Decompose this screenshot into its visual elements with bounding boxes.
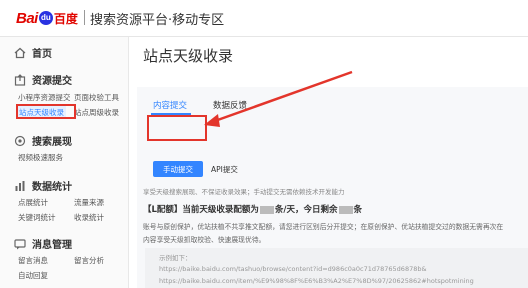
sidebar-item-label: 首页 — [32, 49, 52, 60]
logo-text-baidu: 百度 — [53, 11, 78, 26]
platform-title: 搜索资源平台·移动专区 — [90, 13, 225, 28]
tab-content-submit[interactable]: 内容提交 — [153, 99, 187, 111]
manual-submit-button[interactable]: 手动提交 — [153, 161, 203, 177]
display-icon — [14, 135, 26, 146]
section-title: 搜索展现 — [32, 137, 72, 148]
section-title: 数据统计 — [32, 182, 72, 193]
page-title: 站点天级收录 — [143, 47, 234, 65]
sidebar-section-search-display: 搜索展现 — [14, 133, 72, 148]
message-icon — [14, 238, 26, 249]
sidebar-section-data-stats: 数据统计 — [14, 178, 72, 193]
paw-icon: du — [38, 11, 53, 25]
sidebar: 首页 资源提交 小程序资源提交 页面校验工具 站点天级收录 站点周级收录 搜索展… — [0, 37, 129, 288]
tab-data-feedback[interactable]: 数据反馈 — [213, 99, 247, 111]
section-title: 消息管理 — [32, 240, 72, 251]
quota-middle: 条/天，今日剩余 — [274, 205, 338, 215]
example-url-1: https://baike.baidu.com/tashuo/browse/co… — [159, 265, 427, 273]
sidebar-section-message: 消息管理 — [14, 236, 72, 251]
highlight-box-submit-button — [147, 115, 207, 141]
sidebar-item-video-speed[interactable]: 视频极速服务 — [18, 152, 63, 163]
upload-icon — [14, 73, 26, 86]
quota-line: 【L配额】当前天级收录配额为 条/天，今日剩余 条 — [143, 203, 362, 215]
example-url-2: https://baike.baidu.com/item/%E9%98%8F%E… — [159, 277, 474, 285]
sidebar-item-mini-program-submit[interactable]: 小程序资源提交 — [18, 92, 71, 103]
quota-prefix: 【L配额】当前天级收录配额为 — [143, 205, 259, 215]
top-header: Bai du 百度 搜索资源平台·移动专区 — [0, 0, 528, 37]
sidebar-item-keyword-stats[interactable]: 关键词统计 — [18, 212, 56, 223]
redacted-value — [259, 205, 274, 214]
example-box[interactable]: 示例如下： https://baike.baidu.com/tashuo/bro… — [145, 248, 528, 288]
sidebar-item-messages[interactable]: 留言消息 — [18, 255, 48, 266]
redacted-value — [338, 205, 353, 214]
sidebar-item-click-stats[interactable]: 点展统计 — [18, 197, 48, 208]
info-paragraph-2: 内容享受天级抓取校验、快速展现优待。 — [143, 236, 266, 244]
sidebar-item-traffic-source[interactable]: 流量来源 — [74, 197, 104, 208]
sidebar-section-resource-submit: 资源提交 — [14, 72, 72, 87]
sidebar-item-weekly-index[interactable]: 站点周级收录 — [74, 107, 119, 118]
sidebar-item-page-check-tool[interactable]: 页面校验工具 — [74, 92, 119, 103]
sidebar-item-home[interactable]: 首页 — [14, 45, 52, 60]
section-title: 资源提交 — [32, 76, 72, 87]
sidebar-item-index-stats[interactable]: 收录统计 — [74, 212, 104, 223]
bar-chart-icon — [15, 180, 25, 191]
submit-description: 享受天级搜索展现、不保证收录效果；手动提交无需依赖技术开发能力 — [143, 188, 345, 196]
highlight-box-sidebar — [16, 104, 76, 119]
logo-text-bai: Bai — [16, 9, 38, 27]
quota-suffix: 条 — [353, 205, 363, 215]
api-submit-link[interactable]: API提交 — [211, 164, 238, 175]
sidebar-item-message-analysis[interactable]: 留言分析 — [74, 255, 104, 266]
example-label: 示例如下： — [159, 254, 192, 262]
sidebar-item-auto-reply[interactable]: 自动回复 — [18, 270, 48, 281]
home-icon — [14, 47, 26, 58]
info-paragraph-1: 账号与原创保护，优站扶植不共享推文配额，请您进行区别后分开提交；在原创保护、优站… — [143, 223, 504, 231]
header-divider — [84, 10, 85, 25]
main-content: 站点天级收录 内容提交 数据反馈 手动提交 API提交 享受天级搜索展现、不保证… — [129, 37, 528, 288]
baidu-logo[interactable]: Bai du 百度 — [16, 9, 78, 27]
